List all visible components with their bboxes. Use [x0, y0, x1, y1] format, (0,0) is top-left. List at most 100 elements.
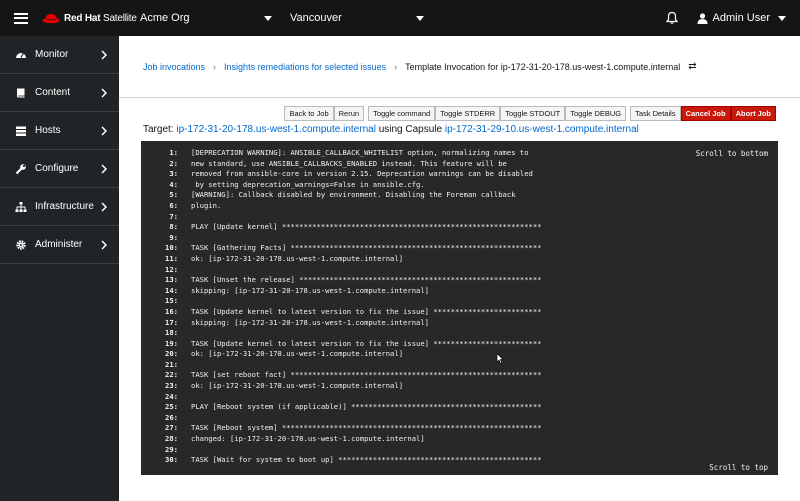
user-name: Admin User	[712, 12, 770, 24]
line-text: TASK [Reboot system] *******************…	[191, 423, 542, 433]
target-host-link[interactable]: ip-172-31-20-178.us-west-1.compute.inter…	[176, 124, 376, 135]
sidebar-item-label: Infrastructure	[35, 201, 94, 212]
line-number: 29:	[165, 444, 178, 454]
line-number: 22:	[165, 370, 178, 380]
output-lines: 1: [DEPRECATION WARNING]: ANSIBLE_CALLBAC…	[155, 148, 542, 466]
line-number: 30:	[165, 455, 178, 465]
notification-bell-icon[interactable]	[665, 11, 679, 25]
output-line: 2: new standard, use ANSIBLE_CALLBACKS_EN…	[155, 159, 542, 170]
line-text: [DEPRECATION WARNING]: ANSIBLE_CALLBACK_…	[191, 148, 529, 157]
job-output-terminal[interactable]: Scroll to bottom 1: [DEPRECATION WARNING]…	[141, 141, 778, 475]
line-text: plugin.	[191, 200, 222, 210]
brand-name: Red Hat Satellite	[64, 12, 137, 24]
hamburger-icon	[14, 10, 28, 26]
scroll-to-bottom-link[interactable]: Scroll to bottom	[696, 149, 768, 158]
user-icon	[697, 12, 708, 24]
line-number: 13:	[165, 275, 178, 285]
sidebar-item-infrastructure[interactable]: Infrastructure	[0, 188, 119, 226]
line-number: 21:	[165, 359, 178, 369]
wrench-icon	[15, 163, 26, 174]
line-number: 25:	[165, 402, 178, 412]
line-number: 1:	[169, 148, 178, 157]
line-number: 15:	[165, 296, 178, 306]
sidebar-item-administer[interactable]: Administer	[0, 226, 119, 264]
output-line: 10: TASK [Gathering Facts] **************…	[155, 243, 542, 254]
line-text: by setting deprecation_warnings=False in…	[191, 179, 425, 189]
line-number: 8:	[169, 222, 178, 232]
output-line: 9:	[155, 233, 542, 244]
line-number: 17:	[165, 317, 178, 327]
output-line: 3: removed from ansible-core in version 2…	[155, 169, 542, 180]
breadcrumb-insights-remediations[interactable]: Insights remediations for selected issue…	[224, 62, 386, 72]
redhat-logo-icon	[42, 14, 60, 24]
chevron-right-icon	[101, 126, 107, 136]
sidebar-item-label: Content	[35, 87, 71, 98]
output-line: 27: TASK [Reboot system] ****************…	[155, 423, 542, 434]
line-number: 6:	[169, 200, 178, 210]
network-icon	[15, 201, 27, 212]
hamburger-menu-button[interactable]	[0, 0, 42, 36]
sidebar-item-configure[interactable]: Configure	[0, 150, 119, 188]
sidebar-item-content[interactable]: Content	[0, 74, 119, 112]
line-text: skipping: [ip-172-31-20-178.us-west-1.co…	[191, 285, 429, 295]
line-text: PLAY [Reboot system (if applicable)] ***…	[191, 402, 542, 412]
sidebar-item-hosts[interactable]: Hosts	[0, 112, 119, 150]
line-text: removed from ansible-core in version 2.1…	[191, 169, 533, 179]
output-line: 17: skipping: [ip-172-31-20-178.us-west-1…	[155, 318, 542, 329]
line-text: ok: [ip-172-31-20-178.us-west-1.compute.…	[191, 253, 404, 263]
output-line: 26:	[155, 413, 542, 424]
output-line: 6: plugin.	[155, 201, 542, 212]
line-number: 10:	[165, 243, 178, 253]
line-number: 26:	[165, 412, 178, 422]
sidebar-item-label: Administer	[35, 239, 83, 250]
output-line: 5: [WARNING]: Callback disabled by enviro…	[155, 190, 542, 201]
location-select[interactable]: Vancouver	[290, 0, 424, 36]
scroll-to-top-link[interactable]: Scroll to top	[709, 463, 768, 472]
target-info: Target: ip-172-31-20-178.us-west-1.compu…	[143, 124, 639, 135]
output-line: 30: TASK [Wait for system to boot up] ***…	[155, 455, 542, 466]
chevron-right-icon	[101, 202, 107, 212]
cancel-job-button[interactable]: Cancel Job	[680, 106, 731, 121]
rerun-button[interactable]: Rerun	[333, 106, 365, 121]
job-toolbar: Back to Job Rerun Toggle command Toggle …	[284, 106, 776, 121]
line-text: TASK [Update kernel to latest version to…	[191, 306, 542, 316]
toggle-stdout-button[interactable]: Toggle STDOUT	[500, 106, 566, 121]
toggle-stderr-button[interactable]: Toggle STDERR	[435, 106, 501, 121]
line-text: ok: [ip-172-31-20-178.us-west-1.compute.…	[191, 349, 404, 359]
toggle-debug-button[interactable]: Toggle DEBUG	[565, 106, 627, 121]
line-number: 14:	[165, 285, 178, 295]
capsule-link[interactable]: ip-172-31-29-10.us-west-1.compute.intern…	[445, 124, 639, 135]
back-to-job-button[interactable]: Back to Job	[284, 106, 334, 121]
sidebar: Monitor Content Hosts Configure Infrastr…	[0, 36, 119, 501]
task-details-button[interactable]: Task Details	[630, 106, 681, 121]
abort-job-button[interactable]: Abort Job	[730, 106, 776, 121]
user-menu[interactable]: Admin User	[697, 12, 786, 24]
masthead: Red Hat Satellite Acme Org Vancouver Adm…	[0, 0, 800, 36]
line-number: 3:	[169, 169, 178, 179]
line-text: TASK [Wait for system to boot up] ******…	[191, 455, 542, 465]
brand-logo[interactable]: Red Hat Satellite	[42, 0, 140, 36]
organization-select[interactable]: Acme Org	[140, 0, 272, 36]
chevron-right-icon	[101, 164, 107, 174]
gear-icon	[16, 239, 26, 250]
output-line: 28: changed: [ip-172-31-20-178.us-west-1.…	[155, 434, 542, 445]
toggle-command-button[interactable]: Toggle command	[368, 106, 436, 121]
output-line: 24:	[155, 392, 542, 403]
breadcrumb-job-invocations[interactable]: Job invocations	[143, 62, 205, 72]
line-number: 19:	[165, 338, 178, 348]
using-capsule-label: using Capsule	[378, 124, 443, 135]
sidebar-item-label: Configure	[35, 163, 79, 174]
chevron-down-icon	[778, 15, 786, 21]
line-number: 23:	[165, 381, 178, 391]
output-line: 14: skipping: [ip-172-31-20-178.us-west-1…	[155, 286, 542, 297]
sidebar-item-label: Hosts	[35, 125, 61, 136]
chevron-down-icon	[264, 15, 272, 21]
switch-arrows-icon[interactable]: ⇄	[688, 61, 696, 72]
line-text: TASK [set reboot fact] *****************…	[191, 370, 542, 380]
output-line: 18:	[155, 328, 542, 339]
output-line: 21:	[155, 360, 542, 371]
output-line: 15:	[155, 296, 542, 307]
line-number: 11:	[165, 253, 178, 263]
breadcrumb-separator: ›	[394, 61, 398, 72]
sidebar-item-monitor[interactable]: Monitor	[0, 36, 119, 74]
